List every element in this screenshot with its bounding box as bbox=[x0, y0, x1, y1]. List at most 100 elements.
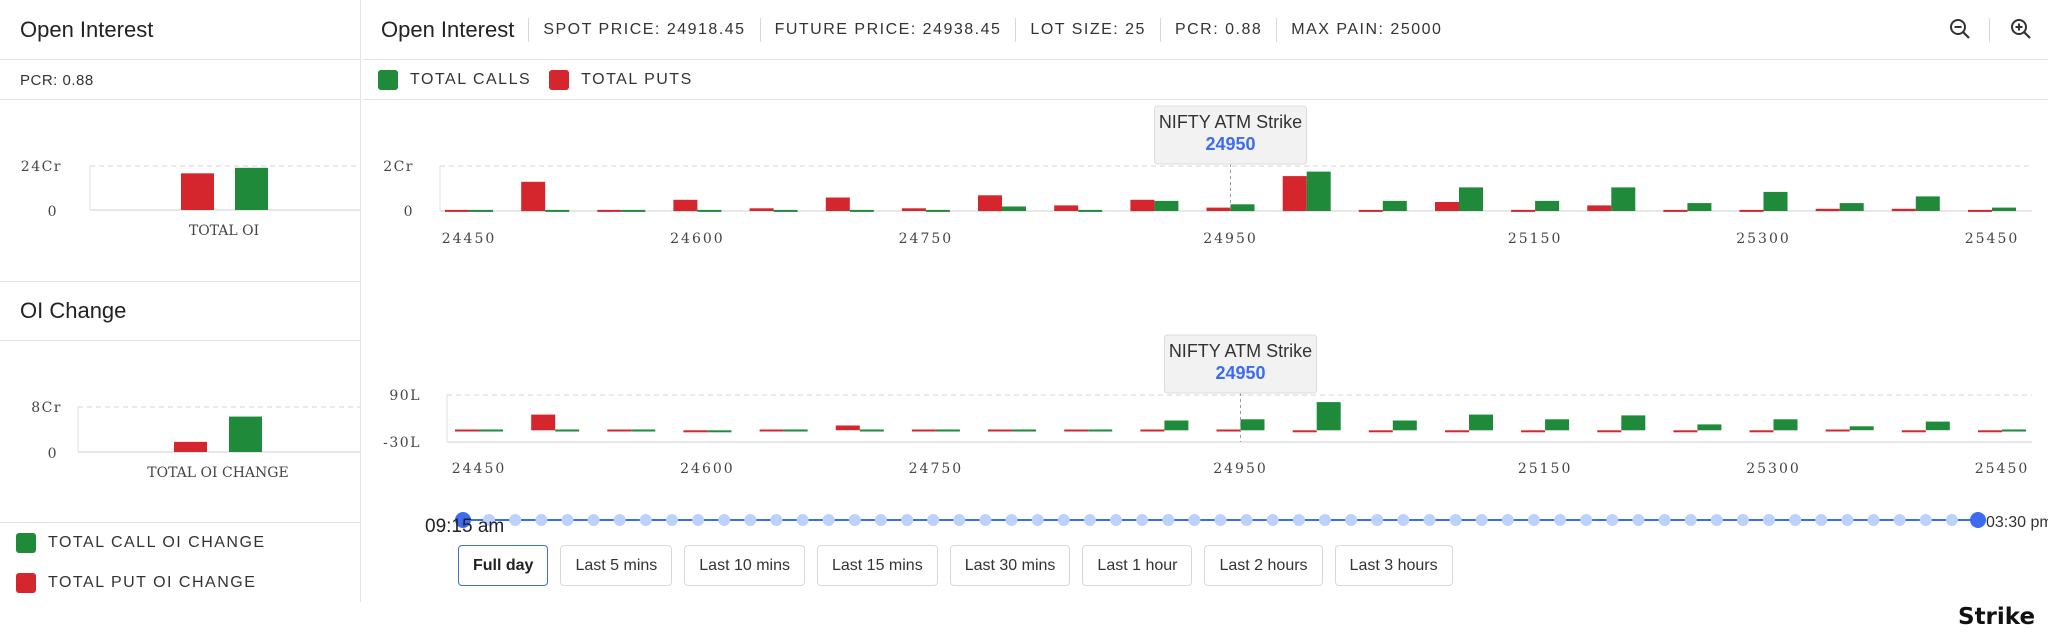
pcr: PCR: 0.88 bbox=[1159, 17, 1276, 42]
y-tick-label: 24Cr bbox=[21, 159, 62, 175]
slider-tick bbox=[901, 514, 914, 526]
slider-tick bbox=[561, 514, 574, 526]
call-bar bbox=[235, 167, 268, 210]
put-bar bbox=[174, 441, 207, 452]
total-oi-change-chart: 0 8Cr TOTAL OI CHANGE bbox=[31, 400, 360, 481]
call-bar bbox=[1535, 200, 1560, 211]
brand-logo: Strike bbox=[1958, 604, 2036, 630]
slider-tick bbox=[1214, 514, 1227, 526]
range-last-1-hour-button[interactable]: Last 1 hour bbox=[1082, 545, 1193, 586]
slider-tick bbox=[1319, 514, 1331, 526]
y-tick-label: 0 bbox=[48, 446, 58, 462]
slider-tick bbox=[1606, 514, 1619, 526]
range-last-5-mins-button[interactable]: Last 5 mins bbox=[560, 545, 673, 586]
call-bar bbox=[1012, 429, 1036, 432]
slider-tick bbox=[666, 514, 678, 526]
range-full-day-button[interactable]: Full day bbox=[458, 545, 549, 586]
call-bar bbox=[479, 429, 503, 432]
legend-put-oi-change[interactable]: TOTAL PUT OI CHANGE bbox=[16, 573, 256, 593]
slider-tick bbox=[1110, 514, 1122, 526]
put-bar bbox=[1358, 209, 1383, 212]
atm-tooltip-value: 24950 bbox=[1215, 363, 1265, 383]
y-tick-label: 0 bbox=[48, 204, 58, 220]
put-bar bbox=[1206, 207, 1231, 211]
put-bar bbox=[759, 429, 784, 432]
slider-tick bbox=[1057, 514, 1070, 526]
slider-tick bbox=[613, 514, 626, 526]
slider-tick bbox=[1475, 514, 1488, 526]
slider-tick bbox=[1658, 514, 1671, 526]
x-tick-label: 25300 bbox=[1736, 231, 1791, 247]
time-slider[interactable] bbox=[362, 505, 2048, 535]
slider-tick bbox=[1136, 514, 1149, 526]
put-bar bbox=[749, 208, 774, 211]
total-oi-chart: 0 24Cr TOTAL OI bbox=[21, 159, 360, 239]
header-bar: Open Interest SPOT PRICE: 24918.45 FUTUR… bbox=[362, 0, 2048, 60]
slider-tick bbox=[1397, 514, 1410, 526]
x-tick-label: 24950 bbox=[1213, 461, 1268, 477]
call-bar bbox=[1240, 419, 1265, 431]
zoom-out-icon[interactable] bbox=[1947, 16, 1973, 42]
lot-size: LOT SIZE: 25 bbox=[1015, 17, 1160, 42]
put-bar bbox=[1445, 430, 1469, 433]
legend-label: TOTAL PUT OI CHANGE bbox=[48, 574, 257, 591]
range-last-10-mins-button[interactable]: Last 10 mins bbox=[684, 545, 805, 586]
slider-tick bbox=[744, 514, 757, 526]
max-pain: MAX PAIN: 25000 bbox=[1276, 17, 1456, 42]
put-bar bbox=[1815, 208, 1840, 212]
slider-tick bbox=[927, 514, 940, 526]
slider-tick bbox=[822, 514, 835, 526]
call-bar bbox=[1306, 171, 1331, 211]
put-bar bbox=[825, 197, 850, 211]
call-bar bbox=[1078, 209, 1103, 212]
call-bar bbox=[1316, 402, 1341, 431]
slider-tick bbox=[1945, 514, 1958, 526]
range-last-15-mins-button[interactable]: Last 15 mins bbox=[816, 545, 938, 586]
put-bar bbox=[1292, 430, 1317, 433]
slider-tick bbox=[1789, 514, 1802, 526]
x-tick-label: 24750 bbox=[899, 231, 954, 247]
x-tick-label: TOTAL OI CHANGE bbox=[147, 465, 288, 481]
slider-tick bbox=[1423, 514, 1436, 526]
call-bar bbox=[1773, 419, 1798, 431]
range-last-30-mins-button[interactable]: Last 30 mins bbox=[949, 545, 1071, 586]
put-bar bbox=[1978, 430, 2002, 433]
slider-end-handle[interactable] bbox=[1970, 512, 1986, 528]
range-last-3-hours-button[interactable]: Last 3 hours bbox=[1334, 545, 1453, 586]
x-tick-label: 25150 bbox=[1518, 461, 1573, 477]
x-tick-label: 24450 bbox=[452, 461, 507, 477]
slider-tick bbox=[587, 514, 600, 526]
x-tick-label: 24950 bbox=[1203, 231, 1258, 247]
legend-call-oi-change[interactable]: TOTAL CALL OI CHANGE bbox=[16, 533, 266, 553]
range-last-2-hours-button[interactable]: Last 2 hours bbox=[1204, 545, 1323, 586]
put-bar bbox=[1749, 430, 1774, 433]
call-bar bbox=[1992, 207, 2016, 211]
oi-change-title: OI Change bbox=[20, 298, 127, 323]
put-bar bbox=[1673, 430, 1698, 433]
put-bar bbox=[978, 195, 1002, 212]
put-bar bbox=[531, 414, 556, 431]
slider-tick bbox=[1736, 514, 1749, 526]
y-tick-label: 2Cr bbox=[383, 159, 414, 175]
future-price: FUTURE PRICE: 24938.45 bbox=[759, 17, 1016, 42]
call-bar bbox=[229, 416, 262, 452]
put-bar bbox=[835, 425, 860, 431]
legend-total-calls[interactable]: TOTAL CALLS bbox=[378, 69, 531, 90]
puts-swatch bbox=[549, 69, 570, 90]
call-bar bbox=[1611, 187, 1636, 211]
put-bar bbox=[1054, 205, 1079, 211]
oi-change-chart: -30L 90L 24450 24600 24750 24950 25150 25300 254… bbox=[383, 334, 2032, 477]
atm-tooltip-title: NIFTY ATM Strike bbox=[1159, 112, 1302, 132]
x-tick-label: 25450 bbox=[1975, 461, 2030, 477]
x-tick-label: 25150 bbox=[1508, 231, 1563, 247]
zoom-in-icon[interactable] bbox=[2008, 16, 2034, 42]
put-bar bbox=[521, 181, 546, 212]
call-bar bbox=[1164, 420, 1189, 431]
legend-total-puts[interactable]: TOTAL PUTS bbox=[549, 69, 693, 90]
y-tick-label: 8Cr bbox=[31, 400, 62, 416]
slider-tick bbox=[848, 514, 861, 526]
call-bar bbox=[1459, 187, 1483, 211]
slider-tick bbox=[1188, 514, 1201, 526]
call-bar bbox=[1849, 426, 1874, 431]
slider-tick bbox=[718, 514, 731, 526]
